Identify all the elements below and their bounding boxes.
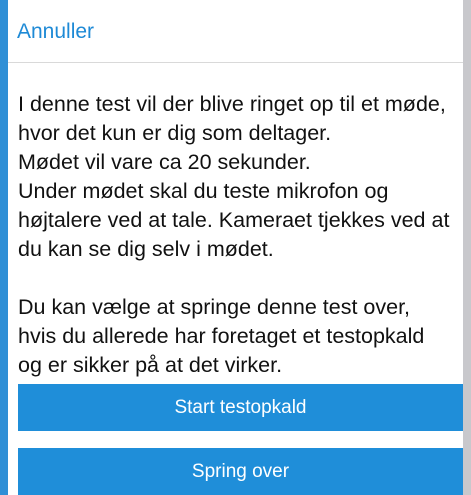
start-test-call-button[interactable]: Start testopkald	[18, 384, 463, 431]
test-call-dialog: Annuller I denne test vil der blive ring…	[0, 0, 471, 495]
instruction-line: hvor det kun er dig som deltager.	[18, 121, 332, 145]
skip-button[interactable]: Spring over	[18, 448, 463, 495]
nav-bar: Annuller	[8, 0, 463, 63]
instruction-line: Du kan vælge at springe denne test over,	[18, 295, 411, 319]
instruction-line: hvis du allerede har foretaget et testop…	[18, 324, 425, 348]
right-edge	[463, 0, 471, 495]
instruction-line: Mødet vil vare ca 20 sekunder.	[18, 150, 311, 174]
cancel-button[interactable]: Annuller	[17, 19, 94, 45]
instruction-line: Under mødet skal du teste mikrofon og	[18, 179, 389, 203]
instructions-text: I denne test vil der blive ringet op til…	[18, 90, 463, 380]
instruction-line: du kan se dig selv i mødet.	[18, 237, 274, 261]
instruction-line: I denne test vil der blive ringet op til…	[18, 92, 446, 116]
instruction-line: og er sikker på at det virker.	[18, 353, 283, 377]
left-accent-strip	[0, 0, 8, 495]
instruction-line: højtalere ved at tale. Kameraet tjekkes …	[18, 208, 450, 232]
